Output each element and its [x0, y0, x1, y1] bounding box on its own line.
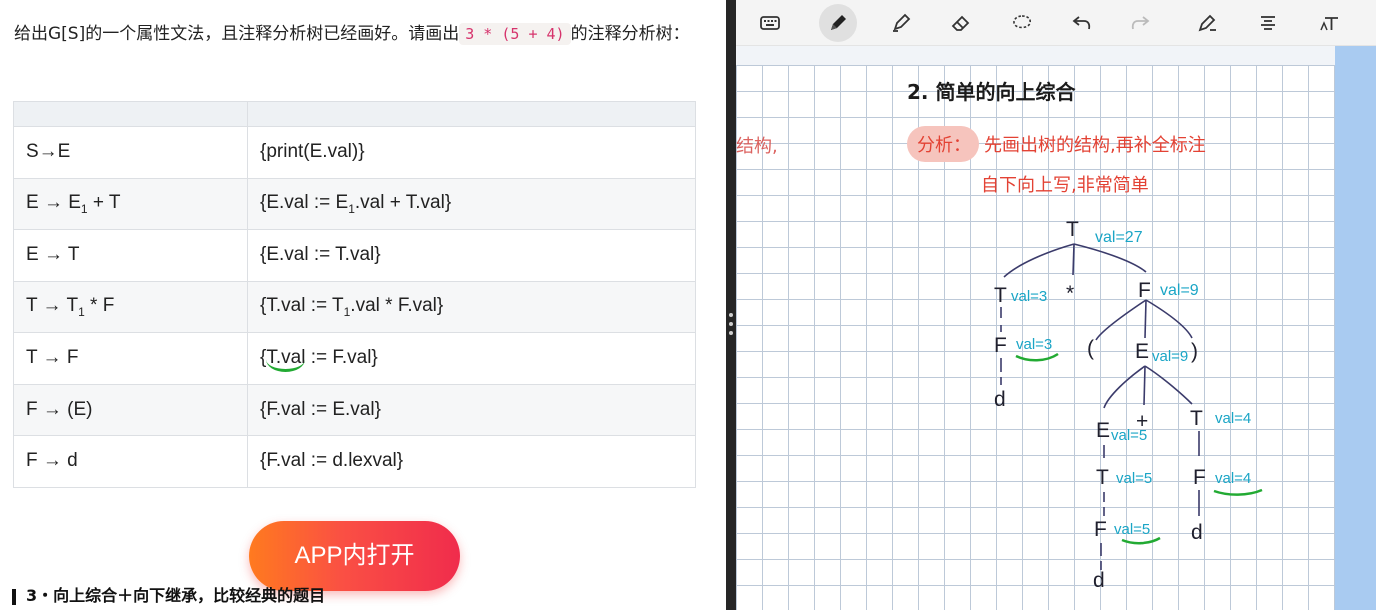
edge-f-lparen [1095, 299, 1147, 341]
node-inner-e: E [1135, 340, 1149, 363]
table-header-row [13, 101, 696, 127]
attribute-grammar-table: S→E {print(E.val)} E → E1 + T {E.val := … [13, 101, 696, 488]
edge-e-plus [1143, 365, 1146, 406]
annotation-right-f: val=9 [1160, 282, 1199, 299]
action-cell: {E.val := E1.val + T.val} [247, 177, 696, 230]
table-row: E → T {E.val := T.val} [13, 229, 696, 282]
table-row: T → F {T.val := F.val} [13, 332, 696, 385]
node-times: * [1066, 282, 1074, 305]
production-cell: T → T1 * F [13, 280, 248, 333]
production-cell: S→E [13, 126, 248, 179]
node-t4: T [1190, 407, 1203, 430]
edge-f-e [1144, 299, 1147, 339]
node-left-t: T [994, 284, 1007, 307]
question-before: 给出G[S]的一个属性文法，且注释分析树已经画好。请画出 [14, 24, 460, 44]
article-pane: 给出G[S]的一个属性文法，且注释分析树已经画好。请画出 3 * (5 + 4) 的… [0, 0, 726, 610]
action-cell: {F.val := E.val} [247, 383, 696, 436]
production-rhs: * F [84, 294, 115, 316]
production-subscript: 1 [78, 304, 85, 319]
edge-f-rparen [1145, 299, 1193, 339]
node-right-f: F [1138, 279, 1151, 302]
action-subscript: 1 [348, 201, 355, 216]
node-d3: d [1191, 521, 1203, 544]
node-root-t: T [1066, 218, 1079, 241]
table-row: S→E {print(E.val)} [13, 126, 696, 179]
next-section-heading[interactable]: 3・向上综合＋向下继承，比较经典的题目 [12, 582, 325, 606]
annotation-f5: val=5 [1114, 521, 1150, 538]
divider-handle-dot [729, 313, 733, 317]
action-part: {E.val := E [260, 191, 349, 213]
action-cell: {E.val := T.val} [247, 229, 696, 282]
next-section-label: 3・向上综合＋向下继承，比较经典的题目 [26, 586, 326, 605]
divider-handle-dot [729, 331, 733, 335]
action-part: .val * F.val} [350, 294, 444, 316]
table-row: E → E1 + T {E.val := E1.val + T.val} [13, 177, 696, 230]
section-bar [12, 588, 16, 605]
production-subscript: 1 [80, 201, 88, 216]
question-after: 的注释分析树： [570, 24, 690, 44]
node-f4: F [1193, 466, 1206, 489]
annotation-t5: val=5 [1116, 470, 1152, 487]
node-left-f: F [994, 334, 1007, 357]
header-cell [13, 101, 248, 127]
node-lparen: ( [1087, 337, 1094, 360]
edge-root-right [1073, 243, 1147, 273]
annotation-left-t: val=3 [1011, 288, 1047, 305]
divider-handle-dot [729, 322, 733, 326]
production-cell: T → F [13, 332, 248, 385]
annotation-left-f: val=3 [1016, 336, 1052, 353]
production-cell: E → E1 + T [13, 177, 248, 230]
header-cell [247, 101, 696, 127]
expression-code: 3 * (5 + 4) [459, 23, 571, 45]
open-in-app-button[interactable]: APP内打开 [249, 521, 460, 591]
node-rparen: ) [1191, 340, 1198, 363]
action-cell: {T.val := T1.val * F.val} [247, 280, 696, 333]
node-e5: E [1096, 419, 1110, 442]
question-text: 给出G[S]的一个属性文法，且注释分析树已经画好。请画出 3 * (5 + 4) 的… [14, 18, 704, 51]
node-d2: d [1093, 569, 1105, 592]
node-plus: + [1136, 410, 1148, 433]
edge-e-t4 [1144, 365, 1193, 405]
action-cell: {print(E.val)} [247, 126, 696, 179]
action-cell: {T.val := F.val} [247, 332, 696, 385]
production-lhs: E → E [26, 191, 81, 213]
production-cell: F → (E) [13, 383, 248, 436]
action-part: .val + T.val} [354, 191, 452, 213]
annotation-f4: val=4 [1215, 470, 1251, 487]
annotation-root: val=27 [1095, 229, 1143, 246]
underline-f4 [1213, 488, 1263, 496]
table-row: F → d {F.val := d.lexval} [13, 435, 696, 488]
production-cell: F → d [13, 435, 248, 488]
node-f5: F [1094, 518, 1107, 541]
edge-e-e5 [1103, 365, 1146, 409]
production-rhs: + T [87, 191, 121, 213]
production-cell: E → T [13, 229, 248, 282]
node-t5: T [1096, 466, 1109, 489]
underlined-annotation: T.val [266, 347, 306, 373]
edge-root-left [1003, 243, 1075, 278]
underline-f5 [1121, 536, 1161, 545]
action-cell: {F.val := d.lexval} [247, 435, 696, 488]
table-row: T → T1 * F {T.val := T1.val * F.val} [13, 280, 696, 333]
action-part: := F.val} [305, 347, 378, 369]
annotation-t4: val=4 [1215, 410, 1251, 427]
annotated-parse-tree: T val=27 T val=3 * F val=9 F val=3 ( E v… [994, 218, 1263, 592]
split-view-divider[interactable] [726, 0, 736, 610]
notes-pane: 2. 简单的向上综合 结构, 分析： 先画出树的结构,再补全标注 自下向上写,非… [736, 0, 1376, 610]
action-part: {T.val := T [260, 294, 344, 316]
production-lhs: T → T [26, 294, 79, 316]
underline-left-f [1015, 352, 1059, 362]
node-d1: d [994, 388, 1006, 411]
edge-root-times [1072, 243, 1075, 276]
annotation-inner-e: val=9 [1152, 348, 1188, 365]
table-row: F → (E) {F.val := E.val} [13, 383, 696, 436]
